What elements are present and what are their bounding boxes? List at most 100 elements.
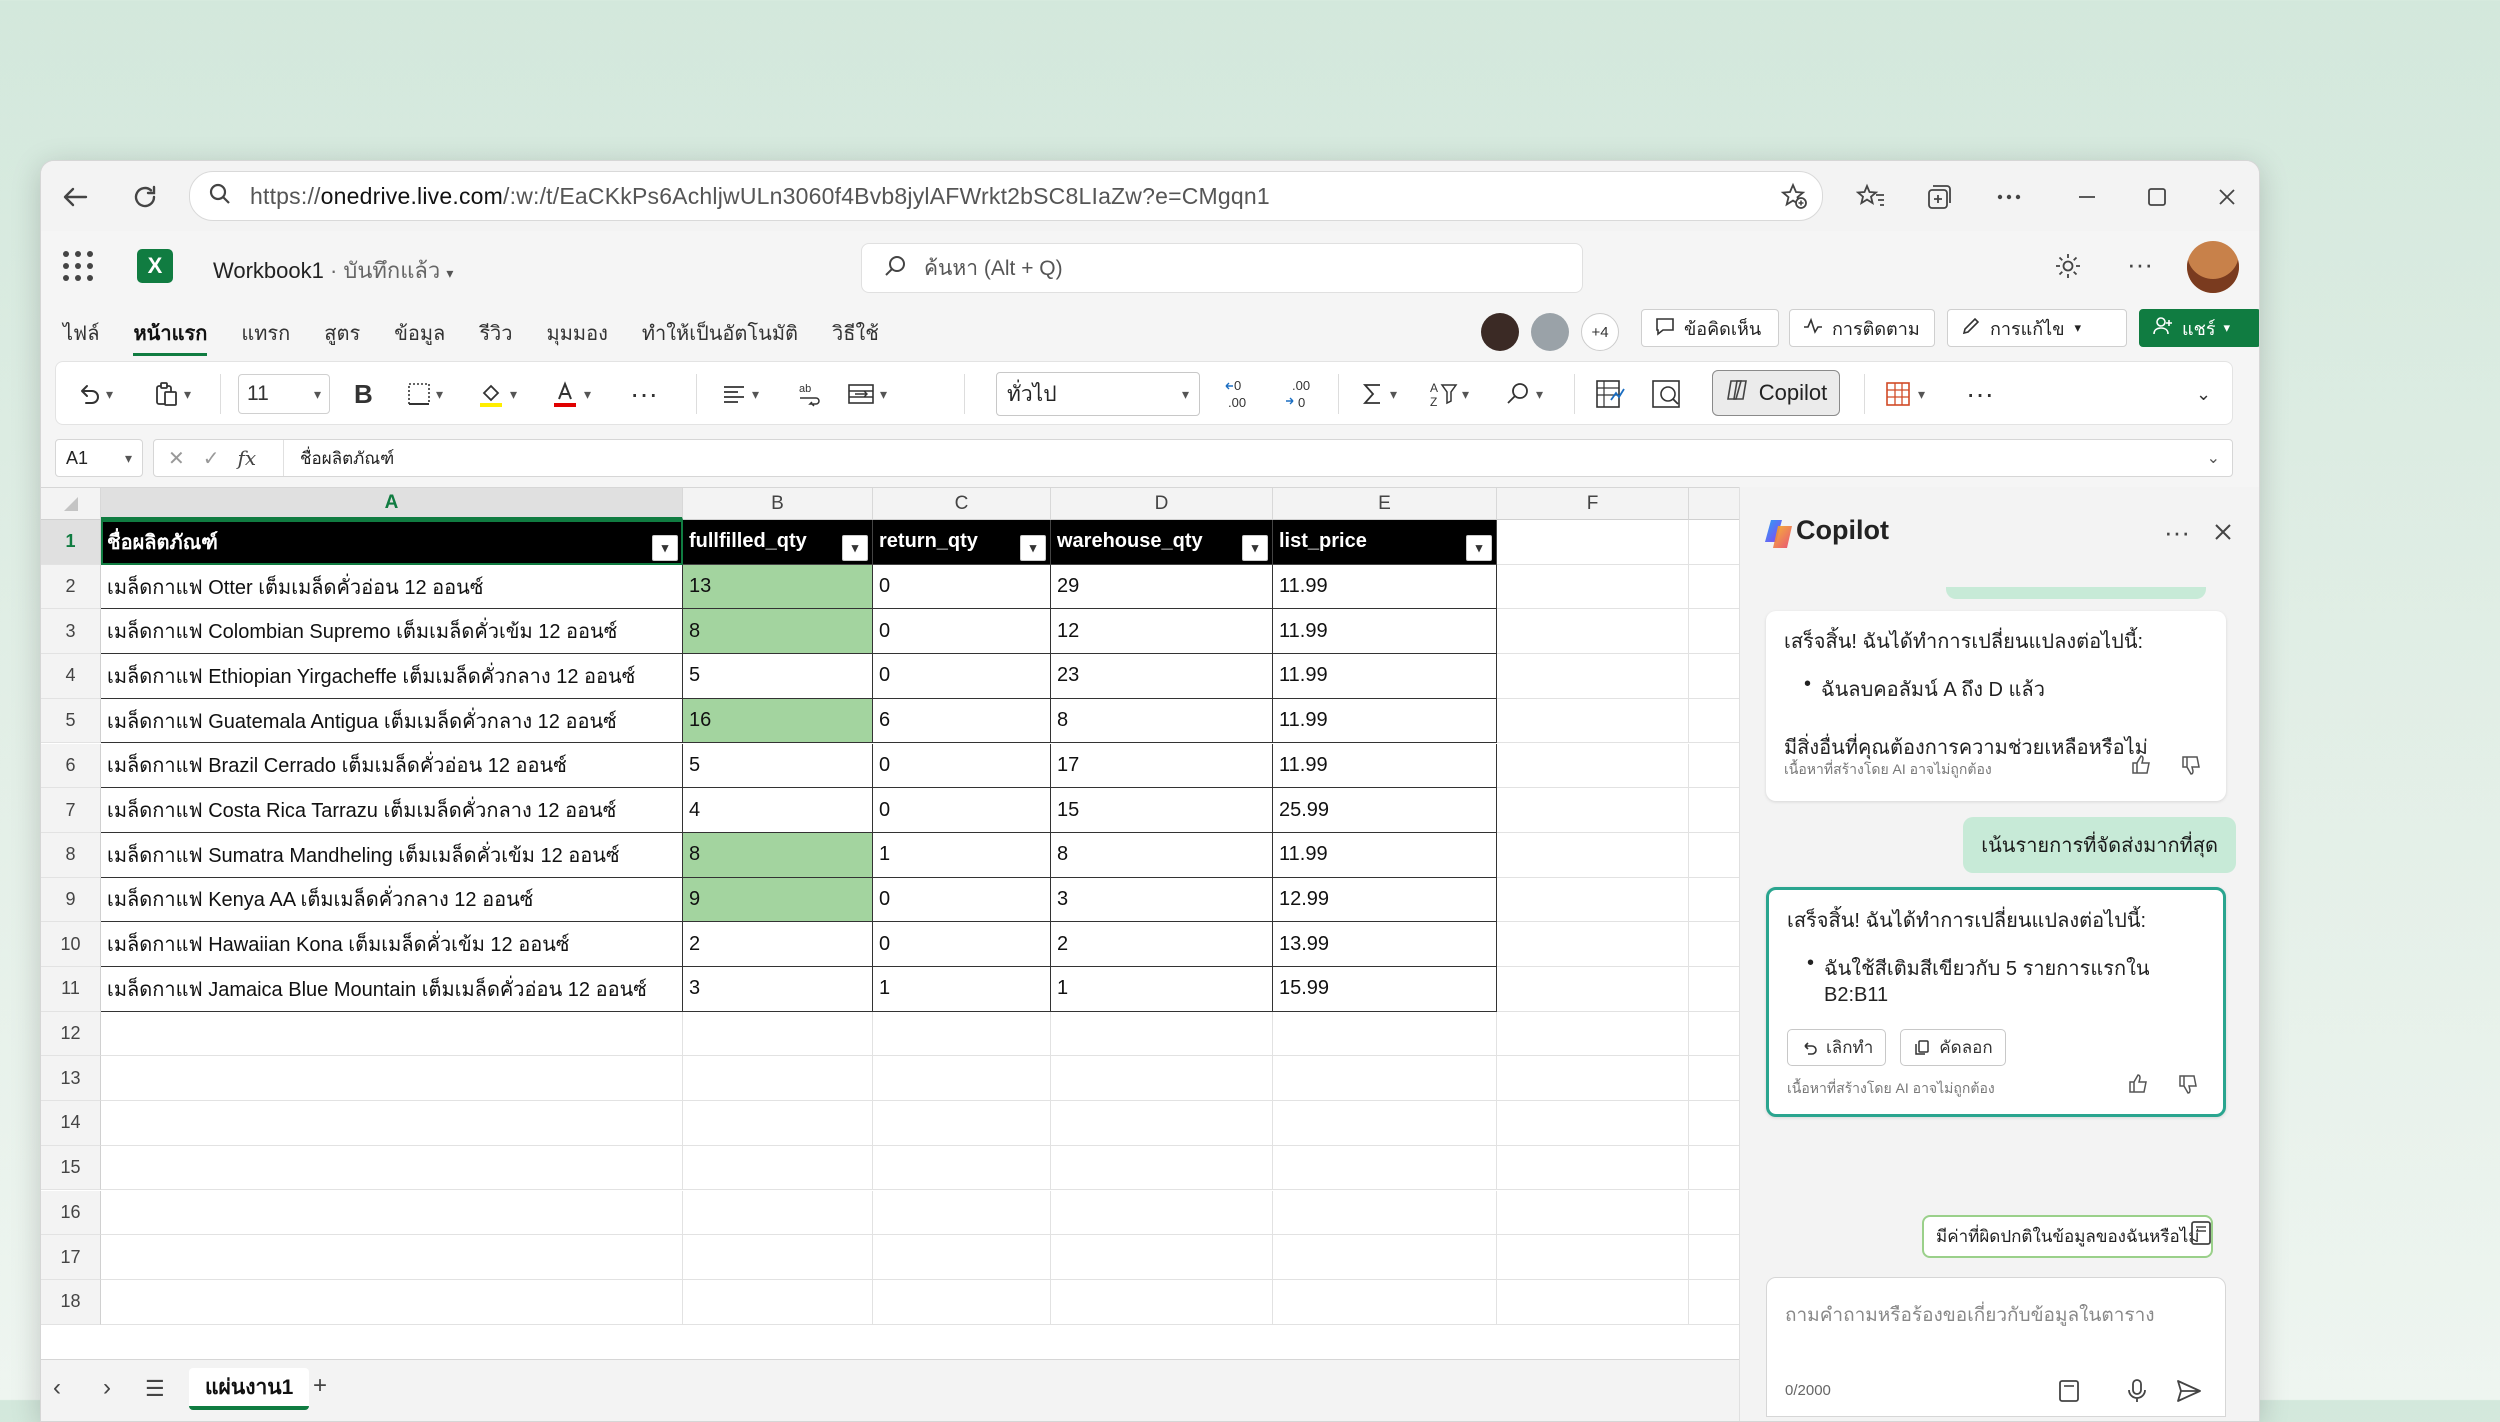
table-cell[interactable]: เมล็ดกาแฟ Kenya AA เต็มเมล็ดคั่วกลาง 12 … (101, 877, 683, 923)
empty-cell[interactable] (101, 1235, 683, 1280)
column-header[interactable]: F (1497, 488, 1689, 520)
empty-cell[interactable] (1689, 744, 1739, 789)
table-header-cell[interactable]: list_price ▾ (1273, 520, 1497, 565)
table-cell[interactable]: 13.99 (1273, 922, 1497, 967)
close-icon[interactable] (2212, 521, 2234, 548)
tab-automate[interactable]: ทำให้เป็นอัตโนมัติ (642, 317, 798, 356)
table-cell[interactable]: 2 (1051, 922, 1273, 967)
column-header[interactable]: C (873, 488, 1051, 520)
table-cell[interactable]: 11.99 (1273, 832, 1497, 878)
row-header[interactable]: 10 (41, 922, 101, 967)
empty-cell[interactable] (683, 1145, 873, 1191)
copilot-button[interactable]: Copilot (1712, 370, 1840, 416)
next-sheet-icon[interactable]: › (103, 1374, 111, 1402)
table-cell[interactable]: 0 (873, 788, 1051, 833)
table-header-cell[interactable]: warehouse_qty ▾ (1051, 520, 1273, 565)
copy-button[interactable]: คัดลอก (1900, 1029, 2006, 1066)
empty-cell[interactable] (1497, 967, 1689, 1012)
empty-cell[interactable] (1051, 1011, 1273, 1057)
fill-color-icon[interactable]: ▾ (476, 374, 517, 414)
empty-cell[interactable] (1689, 788, 1739, 833)
table-cell[interactable]: 8 (1051, 832, 1273, 878)
enter-icon[interactable]: ✓ (203, 446, 220, 471)
expand-ribbon-icon[interactable]: ⌄ (2196, 374, 2211, 414)
empty-cell[interactable] (683, 1279, 873, 1325)
settings-icon[interactable] (2053, 251, 2083, 286)
thumbs-up-icon[interactable] (2127, 1072, 2151, 1102)
tab-home[interactable]: หน้าแรก (133, 317, 208, 356)
empty-cell[interactable] (1497, 1145, 1689, 1191)
tab-view[interactable]: มุมมอง (547, 317, 608, 356)
all-sheets-icon[interactable]: ☰ (145, 1376, 165, 1402)
column-header[interactable]: E (1273, 488, 1497, 520)
name-box[interactable]: A1 ▾ (55, 439, 143, 477)
send-icon[interactable] (2175, 1378, 2203, 1409)
empty-cell[interactable] (1689, 565, 1739, 610)
tab-formulas[interactable]: สูตร (324, 317, 360, 356)
empty-cell[interactable] (1051, 1279, 1273, 1325)
row-header[interactable]: 8 (41, 832, 101, 878)
empty-cell[interactable] (101, 1056, 683, 1102)
formula-input[interactable]: ✕ ✓ fx ชื่อผลิตภัณฑ์ ⌄ (153, 439, 2233, 477)
table-cell[interactable]: 8 (1051, 698, 1273, 744)
wrap-text-icon[interactable]: ab (796, 374, 824, 414)
table-cell[interactable]: 4 (683, 788, 873, 833)
table-cell[interactable]: 0 (873, 609, 1051, 655)
empty-cell[interactable] (101, 1011, 683, 1057)
merge-cells-icon[interactable]: ▾ (846, 374, 887, 414)
row-header[interactable]: 4 (41, 654, 101, 699)
filter-dropdown-icon[interactable]: ▾ (842, 535, 868, 561)
spreadsheet-grid[interactable]: A B C D E F 1 ชื่อผลิตภัณฑ์ ▾ fullfilled_qty ▾ retu… (41, 487, 1739, 1360)
table-cell[interactable]: เมล็ดกาแฟ Guatemala Antigua เต็มเมล็ดคั่… (101, 698, 683, 744)
empty-cell[interactable] (1051, 1056, 1273, 1102)
table-cell[interactable]: 1 (873, 832, 1051, 878)
add-sheet-button[interactable]: + (313, 1372, 327, 1400)
empty-cell[interactable] (1497, 877, 1689, 923)
table-cell[interactable]: 12 (1051, 609, 1273, 655)
filter-dropdown-icon[interactable]: ▾ (652, 535, 678, 561)
empty-cell[interactable] (101, 1190, 683, 1236)
more-font-options-icon[interactable]: ··· (630, 374, 658, 414)
analyze-data-icon[interactable] (1594, 374, 1626, 414)
empty-cell[interactable] (1689, 833, 1739, 878)
editing-mode-button[interactable]: การแก้ไข ▾ (1947, 309, 2127, 347)
favorites-icon[interactable] (1849, 175, 1893, 219)
empty-cell[interactable] (1273, 1190, 1497, 1236)
table-cell[interactable]: เมล็ดกาแฟ Ethiopian Yirgacheffe เต็มเมล็… (101, 654, 683, 699)
favorite-add-icon[interactable] (1780, 182, 1808, 215)
table-cell[interactable]: 0 (873, 877, 1051, 923)
table-cell[interactable]: 5 (683, 743, 873, 789)
empty-cell[interactable] (1497, 832, 1689, 878)
thumbs-down-icon[interactable] (2177, 1072, 2201, 1102)
table-cell[interactable]: 15 (1051, 788, 1273, 833)
function-icon[interactable]: fx (238, 446, 257, 470)
table-cell[interactable]: 25.99 (1273, 788, 1497, 833)
empty-cell[interactable] (1689, 520, 1739, 565)
row-header[interactable]: 13 (41, 1056, 101, 1102)
tab-data[interactable]: ข้อมูล (394, 317, 445, 356)
empty-cell[interactable] (1497, 1011, 1689, 1057)
empty-cell[interactable] (683, 1190, 873, 1236)
insights-icon[interactable] (1650, 374, 1682, 414)
row-header[interactable]: 9 (41, 877, 101, 923)
copilot-input[interactable]: ถามคำถามหรือร้องขอเกี่ยวกับข้อมูลในตาราง… (1766, 1277, 2226, 1417)
empty-cell[interactable] (873, 1279, 1051, 1325)
user-avatar[interactable] (2187, 241, 2239, 293)
row-header[interactable]: 14 (41, 1101, 101, 1146)
decrease-decimal-icon[interactable]: .00 0 (1284, 374, 1318, 414)
table-cell[interactable]: 0 (873, 654, 1051, 699)
select-all-corner[interactable] (41, 488, 101, 520)
table-cell[interactable]: 11.99 (1273, 743, 1497, 789)
app-launcher-icon[interactable] (63, 251, 93, 281)
empty-cell[interactable] (1689, 1146, 1739, 1191)
table-cell[interactable]: 3 (683, 967, 873, 1012)
expand-formula-icon[interactable]: ⌄ (2207, 448, 2220, 468)
table-cell[interactable]: 6 (873, 698, 1051, 744)
empty-cell[interactable] (873, 1056, 1051, 1102)
suggested-prompt[interactable]: มีค่าที่ผิดปกติในข้อมูลของฉันหรือไม่ (1922, 1215, 2214, 1258)
empty-cell[interactable] (1689, 878, 1739, 923)
table-cell[interactable]: 1 (873, 967, 1051, 1012)
row-header[interactable]: 3 (41, 609, 101, 655)
empty-cell[interactable] (873, 1101, 1051, 1146)
table-cell[interactable]: เมล็ดกาแฟ Hawaiian Kona เต็มเมล็ดคั่วเข้… (101, 922, 683, 967)
